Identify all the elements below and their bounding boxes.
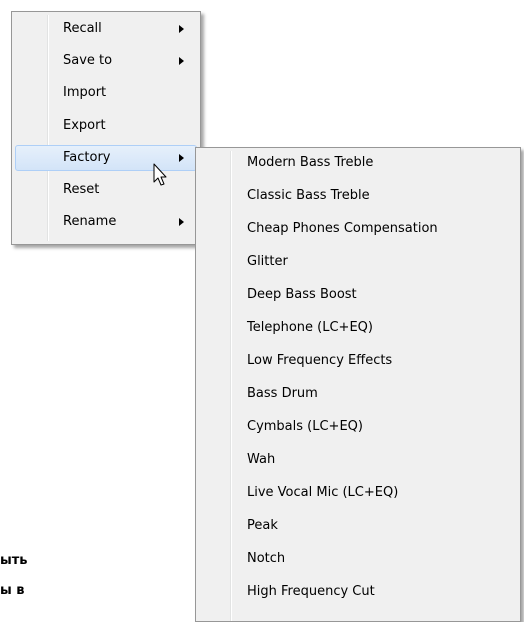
submenu-item-label: High Frequency Cut	[247, 584, 375, 599]
menu-item-export[interactable]: Export	[15, 113, 197, 139]
chevron-right-icon	[179, 154, 184, 162]
submenu-item-telephone[interactable]: Telephone (LC+EQ)	[199, 315, 517, 343]
submenu-item-label: Wah	[247, 452, 276, 467]
menu-item-label: Save to	[63, 53, 113, 68]
background-text-line-2: ы в	[0, 583, 25, 598]
menu-item-recall[interactable]: Recall	[15, 16, 197, 42]
submenu-item-label: Deep Bass Boost	[247, 287, 357, 302]
menu-item-import[interactable]: Import	[15, 80, 197, 106]
menu-item-label: Factory	[63, 150, 111, 165]
menu-item-label: Reset	[63, 182, 100, 197]
menu-item-label: Rename	[63, 214, 117, 229]
submenu-item-label: Low Frequency Effects	[247, 353, 393, 368]
submenu-item-live-vocal-mic[interactable]: Live Vocal Mic (LC+EQ)	[199, 480, 517, 508]
chevron-right-icon	[179, 218, 184, 226]
submenu-item-notch[interactable]: Notch	[199, 546, 517, 574]
context-menu: Recall Save to Import Export Factory Res…	[11, 11, 201, 245]
chevron-right-icon	[179, 57, 184, 65]
menu-item-label: Export	[63, 118, 106, 133]
arrow-cursor-icon	[153, 163, 167, 186]
menu-item-label: Recall	[63, 21, 102, 36]
submenu-item-label: Telephone (LC+EQ)	[247, 320, 373, 335]
submenu-item-cymbals[interactable]: Cymbals (LC+EQ)	[199, 414, 517, 442]
submenu-item-low-frequency-effects[interactable]: Low Frequency Effects	[199, 348, 517, 376]
submenu-item-wah[interactable]: Wah	[199, 447, 517, 475]
factory-submenu: Modern Bass Treble Classic Bass Treble C…	[195, 147, 521, 622]
menu-item-label: Import	[63, 85, 107, 100]
chevron-right-icon	[179, 25, 184, 33]
submenu-item-cheap-phones-compensation[interactable]: Cheap Phones Compensation	[199, 216, 517, 244]
submenu-item-glitter[interactable]: Glitter	[199, 249, 517, 277]
submenu-item-label: Cymbals (LC+EQ)	[247, 419, 363, 434]
submenu-item-peak[interactable]: Peak	[199, 513, 517, 541]
submenu-item-label: Classic Bass Treble	[247, 188, 370, 203]
menu-item-reset[interactable]: Reset	[15, 177, 197, 203]
submenu-item-label: Peak	[247, 518, 278, 533]
submenu-item-high-frequency-cut[interactable]: High Frequency Cut	[199, 579, 517, 607]
background-text-line-1: ыть	[0, 553, 28, 568]
submenu-item-bass-drum[interactable]: Bass Drum	[199, 381, 517, 409]
submenu-item-label: Glitter	[247, 254, 288, 269]
submenu-item-modern-bass-treble[interactable]: Modern Bass Treble	[199, 150, 517, 178]
submenu-item-label: Notch	[247, 551, 286, 566]
menu-item-rename[interactable]: Rename	[15, 209, 197, 235]
submenu-item-label: Live Vocal Mic (LC+EQ)	[247, 485, 399, 500]
submenu-item-label: Modern Bass Treble	[247, 155, 374, 170]
menu-item-factory[interactable]: Factory	[15, 145, 197, 171]
submenu-item-classic-bass-treble[interactable]: Classic Bass Treble	[199, 183, 517, 211]
menu-item-save-to[interactable]: Save to	[15, 48, 197, 74]
submenu-item-label: Cheap Phones Compensation	[247, 221, 438, 236]
submenu-item-deep-bass-boost[interactable]: Deep Bass Boost	[199, 282, 517, 310]
submenu-item-label: Bass Drum	[247, 386, 318, 401]
